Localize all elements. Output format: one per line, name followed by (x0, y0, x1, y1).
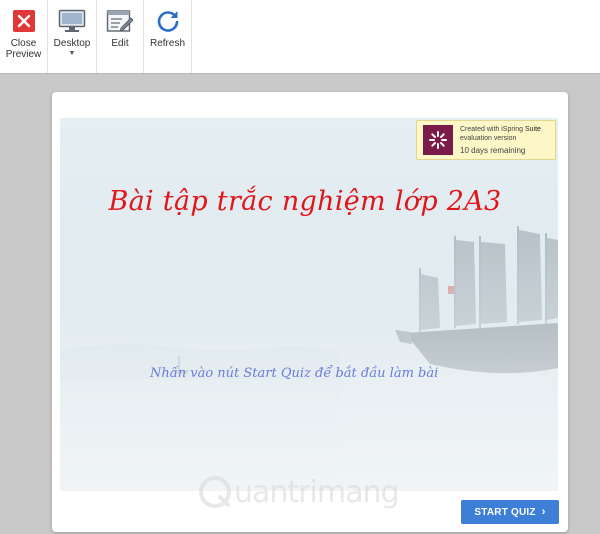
badge-evaluation: evaluation version (460, 135, 517, 142)
ispring-logo-icon (423, 125, 453, 155)
desktop-label: Desktop (53, 38, 91, 49)
edit-document-icon (105, 6, 135, 36)
badge-brand: Suite (524, 126, 541, 133)
misty-junk-ships-illustration (60, 118, 558, 491)
chevron-down-icon: ▼ (68, 50, 76, 57)
start-quiz-label: START QUIZ (474, 506, 536, 518)
slide-instruction: Nhấn vào nút Start Quiz để bắt đầu làm b… (150, 366, 439, 381)
quiz-intro-slide: Bài tập trắc nghiệm lớp 2A3 Nhấn vào nút… (60, 118, 558, 491)
desktop-button[interactable]: Desktop ▼ (48, 0, 97, 73)
close-label-line2: Preview (5, 49, 42, 60)
preview-toolbar: Close Preview Desktop ▼ Edit Refresh (0, 0, 600, 74)
monitor-icon (57, 6, 87, 36)
chevron-right-icon: › (541, 506, 546, 518)
start-quiz-button[interactable]: START QUIZ › (461, 500, 559, 524)
refresh-icon (153, 6, 183, 36)
close-label-line1: Close (10, 38, 37, 49)
edit-button[interactable]: Edit (97, 0, 144, 73)
ispring-evaluation-badge: Created with iSpring Suite evaluation ve… (416, 120, 556, 160)
refresh-label: Refresh (149, 38, 185, 49)
refresh-button[interactable]: Refresh (144, 0, 192, 73)
slide-title: Bài tập trắc nghiệm lớp 2A3 (108, 186, 502, 217)
edit-label: Edit (111, 38, 129, 49)
badge-days-remaining: 10 days remaining (460, 146, 526, 155)
close-icon (9, 6, 39, 36)
close-preview-button[interactable]: Close Preview (0, 0, 48, 73)
badge-created-with: Created with iSpring (460, 126, 525, 133)
